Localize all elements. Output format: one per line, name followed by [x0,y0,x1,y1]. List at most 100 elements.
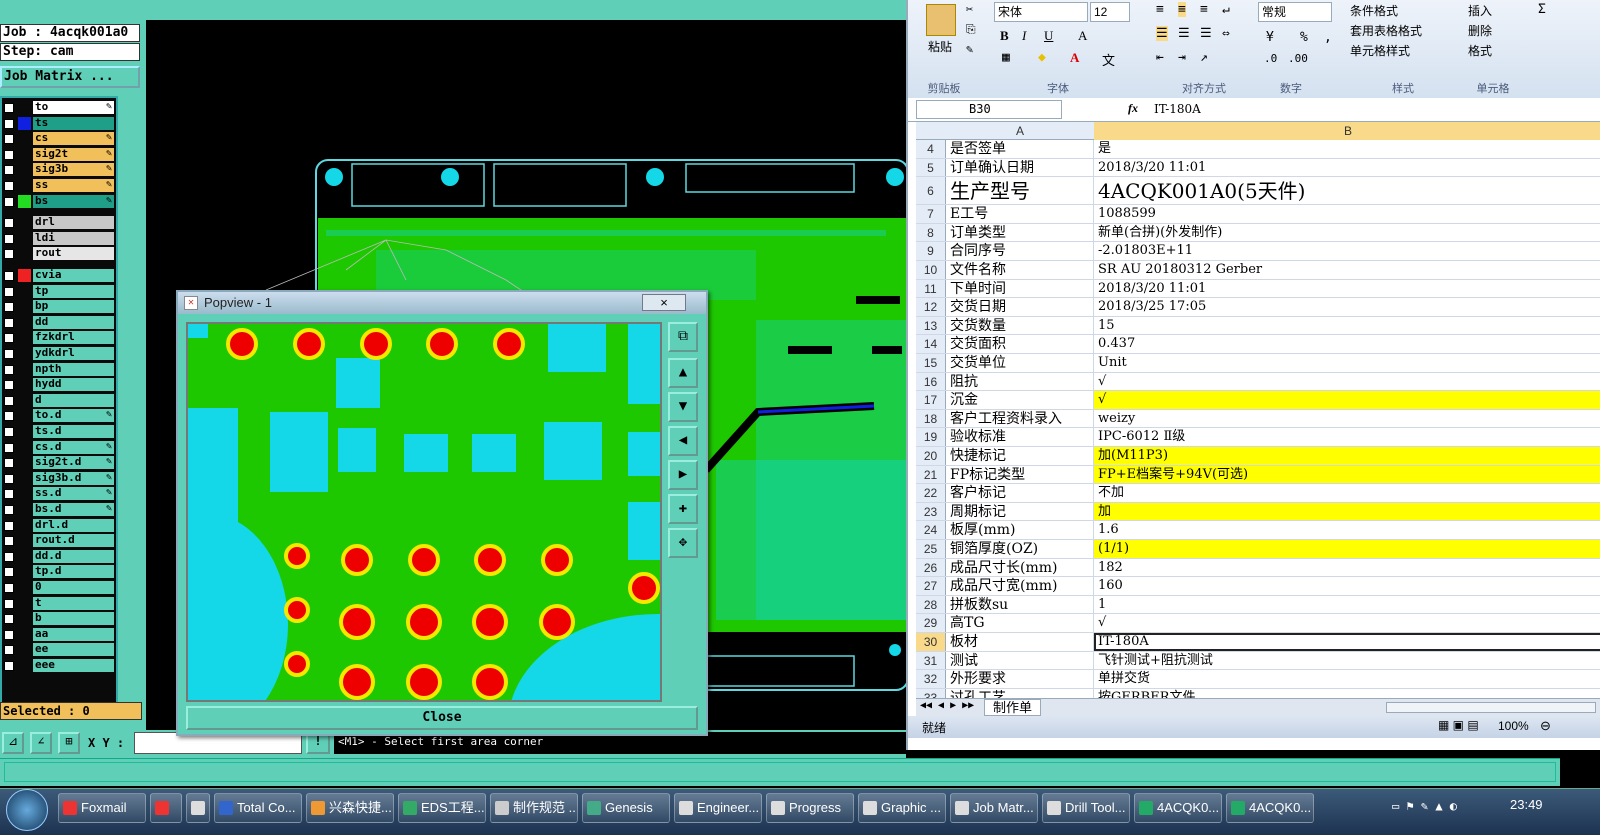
taskbar-button[interactable]: Job Matr... [950,793,1038,823]
layer-checkbox[interactable] [4,614,14,625]
layer-name[interactable]: hydd [33,378,114,392]
cell-b[interactable]: 加(M11P3) [1094,447,1600,465]
sheet-row[interactable]: 11 下单时间 2018/3/20 11:01 [916,279,1600,299]
layer-name[interactable]: cs.d ✎ [33,440,114,454]
cell-a[interactable]: 订单确认日期 [946,158,1094,177]
layer-checkbox[interactable] [4,364,14,375]
layer-checkbox[interactable] [4,302,14,313]
taskbar-button[interactable]: 兴森快捷... [306,793,394,823]
layer-checkbox[interactable] [4,218,14,229]
row-number[interactable]: 14 [916,335,946,353]
taskbar-button[interactable]: Drill Tool... [1042,793,1130,823]
layer-row[interactable]: ts.d [2,424,116,439]
layer-name[interactable]: sig3b ✎ [33,163,114,177]
popview-close-button[interactable]: Close [186,706,698,730]
layer-checkbox[interactable] [4,629,14,640]
zoom-out-icon[interactable]: ✥ [668,528,698,558]
sheet-row[interactable]: 24 板厚(mm) 1.6 [916,521,1600,540]
cell-b[interactable]: 182 [1094,559,1600,577]
cell-a[interactable]: 交货面积 [946,335,1094,353]
layer-checkbox[interactable] [4,118,14,129]
layer-row[interactable]: aa [2,627,116,642]
sheet-row[interactable]: 32 外形要求 单拼交货 [916,670,1600,689]
popview-title[interactable]: Popview - 1 [178,292,706,314]
sheet-row[interactable]: 23 周期标记加 [916,502,1600,522]
tray-icons[interactable]: ▭ ⚑ ✎ ▲ ◐ [1392,799,1457,813]
cell-a[interactable]: 是否签单 [946,140,1094,158]
layer-name[interactable]: ee [33,643,114,657]
layer-checkbox[interactable] [4,661,14,671]
layer-checkbox[interactable] [4,349,14,359]
underline-icon[interactable]: U [1044,28,1053,44]
row-number[interactable]: 24 [916,521,946,539]
layer-color-swatch[interactable] [18,549,31,563]
layer-checkbox[interactable] [4,505,14,515]
cell-a[interactable]: 生产型号 [946,177,1094,205]
paste-icon[interactable] [926,4,956,36]
row-number[interactable]: 18 [916,409,946,428]
layer-row[interactable]: ss ✎ [2,178,116,193]
sheet-row[interactable]: 17 沉金 √ [916,391,1600,410]
row-number[interactable]: 31 [916,651,946,670]
font-name-select[interactable]: 宋体 [994,2,1088,22]
layer-color-swatch[interactable] [18,565,31,579]
layer-row[interactable]: dd [2,315,116,330]
cell-b[interactable]: 1088599 [1094,205,1600,223]
increase-decimal-icon[interactable]: .0 [1264,52,1277,65]
cell-a[interactable]: 外形要求 [946,670,1094,688]
phonetic-icon[interactable]: 文 [1102,50,1115,69]
cell-b[interactable]: 2018/3/25 17:05 [1094,298,1600,316]
sheet-row[interactable]: 26 成品尺寸长(mm) 182 [916,558,1600,578]
layer-checkbox[interactable] [4,271,14,281]
layer-color-swatch[interactable] [18,378,31,392]
format-painter-icon[interactable]: ✎ [966,42,973,56]
cell-a[interactable]: 阻抗 [946,372,1094,391]
horizontal-scrollbar[interactable] [1386,702,1596,713]
sheet-grid[interactable]: 4 是否签单是 5 订单确认日期 2018/3/20 11:01 6 生产型号 4ACQK00… [916,140,1600,700]
cell-b[interactable]: 加 [1094,502,1600,521]
layer-row[interactable]: 0 [2,580,116,595]
layer-checkbox[interactable] [4,583,14,593]
border-icon[interactable]: ▦ [1002,50,1010,65]
cell-a[interactable]: 高TG [946,614,1094,632]
cell-b[interactable]: 15 [1094,317,1600,335]
formula-value[interactable]: IT-180A [1154,100,1201,118]
taskbar-button[interactable]: EDS工程... [398,793,486,823]
align-left-icon[interactable]: ☰ [1156,26,1168,41]
taskbar-button[interactable]: Engineer... [674,793,762,823]
layer-color-swatch[interactable] [18,147,31,161]
row-number[interactable]: 12 [916,298,946,316]
layer-color-swatch[interactable] [18,362,31,376]
cell-a[interactable]: 交货日期 [946,298,1094,316]
cell-b[interactable]: 飞针测试+阻抗测试 [1094,652,1600,670]
layer-row[interactable]: npth [2,362,116,377]
align-bottom-icon[interactable]: ≡ [1200,2,1208,17]
layer-checkbox[interactable] [4,551,14,562]
layer-row[interactable]: fzkdrl [2,330,116,345]
layer-color-swatch[interactable] [18,643,31,657]
name-box[interactable]: B30 [916,100,1062,119]
align-center-icon[interactable]: ☰ [1178,26,1190,41]
layer-row[interactable]: tp.d [2,564,116,579]
column-b-header[interactable]: B [1094,122,1600,140]
cell-b[interactable]: IPC-6012 Ⅱ级 [1094,428,1600,446]
clock[interactable]: 23:49 [1510,797,1543,812]
row-number[interactable]: 17 [916,391,946,409]
sheet-row[interactable]: 18 客户工程资料录入 weizy [916,409,1600,429]
sheet-row[interactable]: 12 交货日期 2018/3/25 17:05 [916,298,1600,317]
cell-b[interactable]: 1 [1094,596,1600,614]
sheet-row[interactable]: 4 是否签单是 [916,140,1600,159]
layer-row[interactable]: rout.d [2,533,116,548]
row-number[interactable]: 32 [916,670,946,688]
layer-row[interactable]: drl.d [2,518,116,533]
zoom-fit-icon[interactable]: ⧉ [668,322,698,352]
layer-row[interactable]: ee [2,642,116,657]
layer-name[interactable]: tp.d [33,565,114,579]
row-number[interactable]: 6 [916,177,946,205]
layer-color-swatch[interactable] [18,612,31,626]
taskbar-button[interactable] [150,793,182,823]
number-format-select[interactable]: 常规 [1258,2,1332,22]
layer-row[interactable]: sig3b ✎ [2,162,116,177]
layer-checkbox[interactable] [4,645,14,656]
row-number[interactable]: 13 [916,316,946,335]
